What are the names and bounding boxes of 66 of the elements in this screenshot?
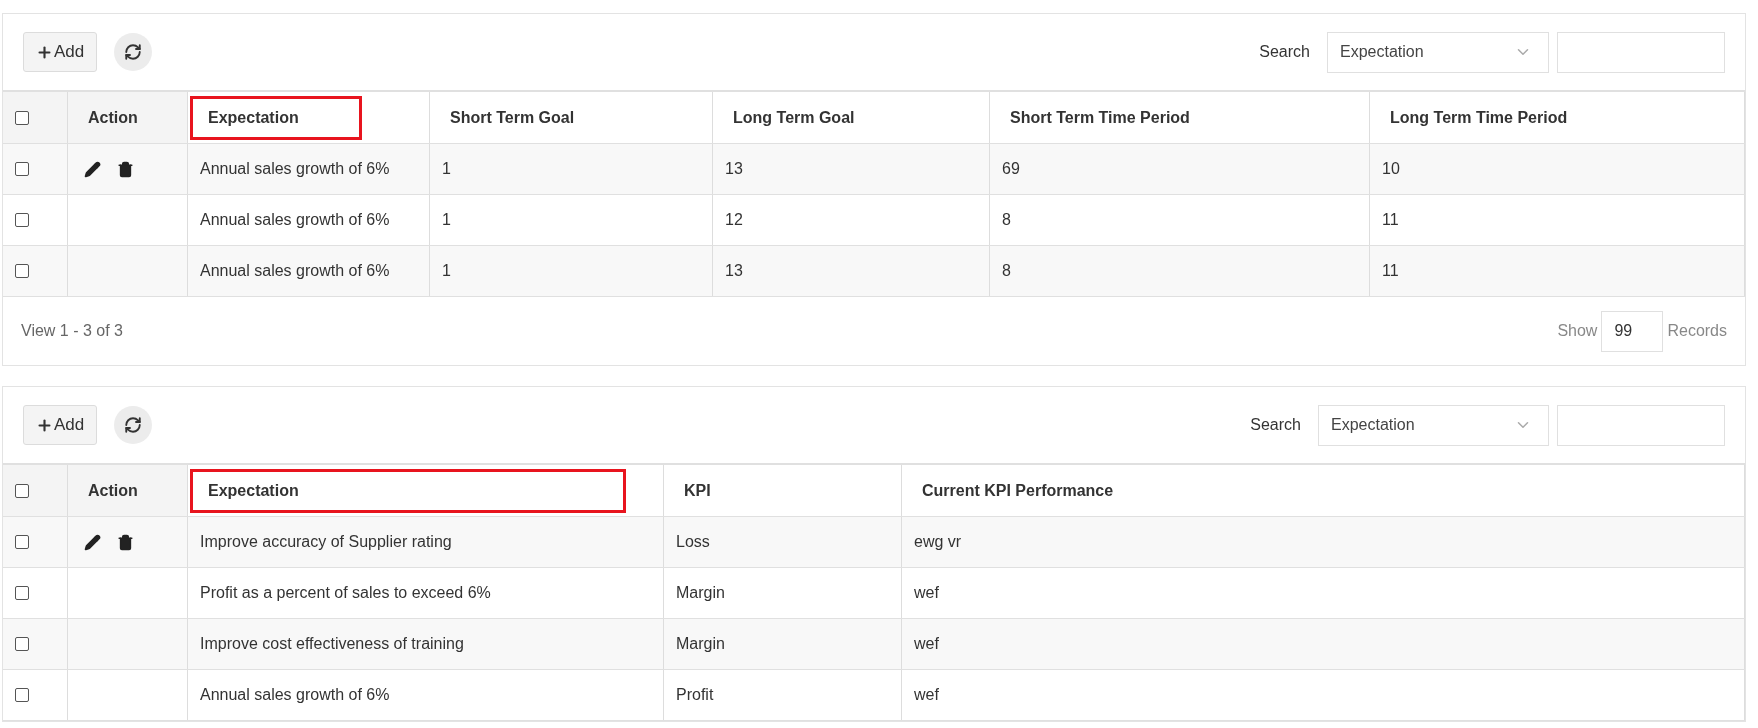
table-cell-text: Loss	[676, 532, 710, 552]
show-label: Show	[1557, 321, 1598, 341]
table-cell-text: 1	[442, 210, 451, 230]
column-header[interactable]: Current KPI Performance	[922, 478, 1114, 503]
search-field-select[interactable]: Expectation	[1327, 31, 1549, 73]
table-cell-text: 11	[1382, 261, 1399, 281]
table-cell-text: 13	[725, 159, 743, 179]
column-header[interactable]: Expectation	[190, 95, 362, 140]
table-cell-text: ewg vr	[914, 532, 962, 552]
column-header[interactable]: Short Term Time Period	[1010, 105, 1190, 130]
add-button[interactable]: Add	[23, 32, 98, 72]
edit-icon[interactable]	[84, 160, 101, 178]
column-header[interactable]: Long Term Time Period	[1390, 105, 1568, 130]
refresh-icon	[124, 416, 143, 434]
delete-icon[interactable]	[117, 533, 134, 551]
edit-icon[interactable]	[84, 533, 101, 551]
refresh-icon	[124, 43, 143, 61]
table-cell-text: 13	[725, 261, 743, 281]
checkbox[interactable]	[15, 213, 29, 227]
checkbox[interactable]	[15, 162, 29, 176]
table-cell-text: wef	[914, 685, 939, 705]
table-cell-text: 12	[725, 210, 743, 230]
checkbox[interactable]	[15, 483, 29, 498]
table-cell-text: 1	[442, 261, 451, 281]
checkbox[interactable]	[15, 535, 29, 549]
delete-icon[interactable]	[117, 160, 134, 178]
checkbox[interactable]	[15, 637, 29, 651]
column-header[interactable]: Expectation	[190, 468, 626, 513]
table-cell-text: 69	[1002, 159, 1020, 179]
refresh-button[interactable]	[114, 406, 153, 444]
table-cell-text: 8	[1002, 261, 1011, 281]
records-label: Records	[1667, 321, 1727, 341]
table-cell-text: Improve cost effectiveness of training	[200, 634, 464, 654]
checkbox[interactable]	[15, 586, 29, 600]
table-cell-text: Annual sales growth of 6%	[200, 159, 390, 179]
table-cell-text: Profit	[676, 685, 714, 705]
table-cell-text: 10	[1382, 159, 1400, 179]
table-cell-text: Annual sales growth of 6%	[200, 685, 390, 705]
table-cell-text: Profit as a percent of sales to exceed 6%	[200, 583, 491, 603]
column-header[interactable]: KPI	[684, 478, 711, 503]
search-field-select[interactable]: Expectation	[1318, 404, 1549, 446]
search-input[interactable]	[1557, 404, 1725, 446]
checkbox[interactable]	[15, 264, 29, 278]
search-label: Search	[1250, 415, 1301, 435]
checkbox[interactable]	[15, 688, 29, 702]
record-count: View 1 - 3 of 3	[21, 321, 123, 341]
search-label: Search	[1259, 42, 1310, 62]
checkbox[interactable]	[15, 110, 29, 125]
table-cell-text: Margin	[676, 583, 725, 603]
page-size-field[interactable]: 99	[1601, 310, 1664, 352]
refresh-button[interactable]	[114, 33, 153, 71]
table-cell-text: Annual sales growth of 6%	[200, 210, 390, 230]
table-cell-text: 1	[442, 159, 451, 179]
plus-icon	[36, 43, 53, 61]
plus-icon	[36, 416, 53, 434]
table-cell-text: 11	[1382, 210, 1399, 230]
table-cell-text: wef	[914, 634, 939, 654]
table-cell-text: Improve accuracy of Supplier rating	[200, 532, 452, 552]
table-cell-text: Margin	[676, 634, 725, 654]
add-button[interactable]: Add	[23, 405, 98, 445]
table-cell-text: wef	[914, 583, 939, 603]
search-input[interactable]	[1557, 31, 1725, 73]
table-cell-text: 8	[1002, 210, 1011, 230]
column-header[interactable]: Short Term Goal	[450, 105, 575, 130]
table-cell-text: Annual sales growth of 6%	[200, 261, 390, 281]
column-header[interactable]: Long Term Goal	[733, 105, 855, 130]
